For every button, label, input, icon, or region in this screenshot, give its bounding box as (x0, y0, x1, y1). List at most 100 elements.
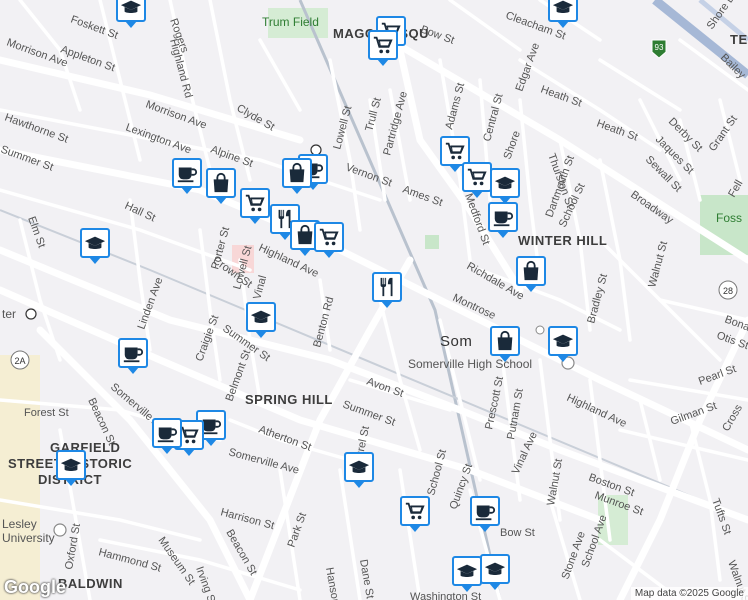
transit-station-icon (25, 308, 37, 320)
school-icon (552, 330, 574, 352)
school-icon (120, 0, 142, 18)
svg-text:Central St: Central St (481, 92, 505, 142)
svg-text:Trull St: Trull St (363, 96, 384, 132)
svg-text:93: 93 (655, 43, 664, 52)
school-marker[interactable] (480, 554, 510, 590)
svg-text:Lowell St: Lowell St (331, 105, 354, 151)
svg-text:Summer St: Summer St (0, 144, 55, 174)
school-marker[interactable] (548, 0, 578, 28)
store-marker[interactable] (516, 256, 546, 292)
svg-text:Vernon St: Vernon St (344, 162, 394, 190)
svg-text:Benton Rd: Benton Rd (311, 295, 336, 348)
svg-text:Prescott St: Prescott St (483, 376, 506, 431)
cafe-marker[interactable] (172, 158, 202, 194)
grocery-marker[interactable] (368, 30, 398, 66)
svg-text:University: University (2, 531, 55, 545)
svg-text:Foss: Foss (716, 211, 742, 225)
svg-text:Alpine St: Alpine St (209, 144, 254, 170)
grocery-marker[interactable] (314, 222, 344, 258)
svg-text:Bradley St: Bradley St (585, 273, 610, 325)
svg-text:Washington St: Washington St (410, 591, 481, 600)
svg-text:Elm St: Elm St (25, 215, 47, 250)
cafe-icon (176, 162, 198, 184)
svg-text:Ames St: Ames St (401, 184, 444, 209)
grocery-marker[interactable] (400, 496, 430, 532)
svg-text:BALDWIN: BALDWIN (58, 576, 123, 591)
store-marker[interactable] (282, 158, 312, 194)
store-marker[interactable] (490, 326, 520, 362)
shopping-bag-icon (294, 224, 316, 246)
svg-text:Foskett St: Foskett St (69, 14, 120, 42)
shopping-bag-icon (520, 260, 542, 282)
school-marker[interactable] (452, 556, 482, 592)
svg-text:Irving St: Irving St (193, 565, 218, 600)
school-marker[interactable] (56, 450, 86, 486)
school-marker[interactable] (80, 228, 110, 264)
school-icon (60, 454, 82, 476)
svg-text:Som: Som (440, 333, 472, 350)
school-icon (348, 456, 370, 478)
cart-icon (444, 140, 466, 162)
school-icon (456, 560, 478, 582)
cafe-marker[interactable] (152, 418, 182, 454)
svg-text:TE: TE (730, 32, 748, 47)
google-logo[interactable]: Google (4, 577, 66, 598)
svg-text:Vinal: Vinal (251, 274, 269, 301)
place-icon (535, 325, 545, 335)
svg-text:Partridge Ave: Partridge Ave (381, 90, 410, 157)
cart-icon (404, 500, 426, 522)
svg-text:Lesley: Lesley (2, 517, 37, 531)
svg-text:Walnut St: Walnut St (646, 240, 670, 289)
school-icon (552, 0, 574, 18)
school-marker[interactable] (548, 326, 578, 362)
svg-text:Cross: Cross (720, 402, 745, 433)
cafe-marker[interactable] (470, 496, 500, 532)
svg-text:SPRING HILL: SPRING HILL (245, 392, 333, 407)
svg-text:ter: ter (2, 307, 16, 321)
svg-text:2A: 2A (14, 356, 25, 366)
svg-text:Summer St: Summer St (341, 399, 397, 429)
shopping-bag-icon (286, 162, 308, 184)
rail-line-2 (0, 209, 748, 521)
svg-text:Hanson: Hanson (323, 566, 341, 600)
map-view[interactable]: 93 28 2A Foskett St Rogers Highland Rd A… (0, 0, 748, 600)
svg-text:Atherton St: Atherton St (257, 424, 313, 454)
university-place-icon (53, 523, 67, 537)
svg-text:Shore: Shore (502, 129, 523, 161)
store-marker[interactable] (206, 168, 236, 204)
grocery-marker[interactable] (240, 188, 270, 224)
svg-text:Bona: Bona (723, 314, 748, 334)
commercial-area (0, 355, 40, 600)
route-28-shield: 28 (718, 280, 738, 300)
cafe-icon (492, 206, 514, 228)
school-marker[interactable] (344, 452, 374, 488)
svg-text:Somerville High School: Somerville High School (408, 357, 532, 371)
cafe-marker[interactable] (118, 338, 148, 374)
route-93-shield: 93 (651, 39, 667, 59)
school-icon (84, 232, 106, 254)
cafe-icon (122, 342, 144, 364)
cafe-marker[interactable] (488, 202, 518, 238)
walnut-st-major (616, 316, 748, 600)
svg-text:Trum Field: Trum Field (262, 15, 319, 29)
cart-icon (244, 192, 266, 214)
svg-text:WINTER HILL: WINTER HILL (518, 233, 607, 248)
svg-text:Bow St: Bow St (500, 527, 535, 539)
shopping-bag-icon (210, 172, 232, 194)
cart-icon (318, 226, 340, 248)
restaurant-marker[interactable] (372, 272, 402, 308)
cafe-icon (156, 422, 178, 444)
school-marker[interactable] (246, 302, 276, 338)
school-icon (250, 306, 272, 328)
school-marker[interactable] (490, 168, 520, 204)
svg-text:Forest St: Forest St (24, 407, 69, 419)
school-icon (484, 558, 506, 580)
grocery-marker[interactable] (462, 162, 492, 198)
school-marker[interactable] (116, 0, 146, 28)
cart-icon (372, 34, 394, 56)
cart-icon (466, 166, 488, 188)
map-attribution[interactable]: Map data ©2025 Google (630, 587, 748, 600)
school-icon (494, 172, 516, 194)
cafe-icon (474, 500, 496, 522)
svg-text:Harrison St: Harrison St (219, 506, 275, 532)
